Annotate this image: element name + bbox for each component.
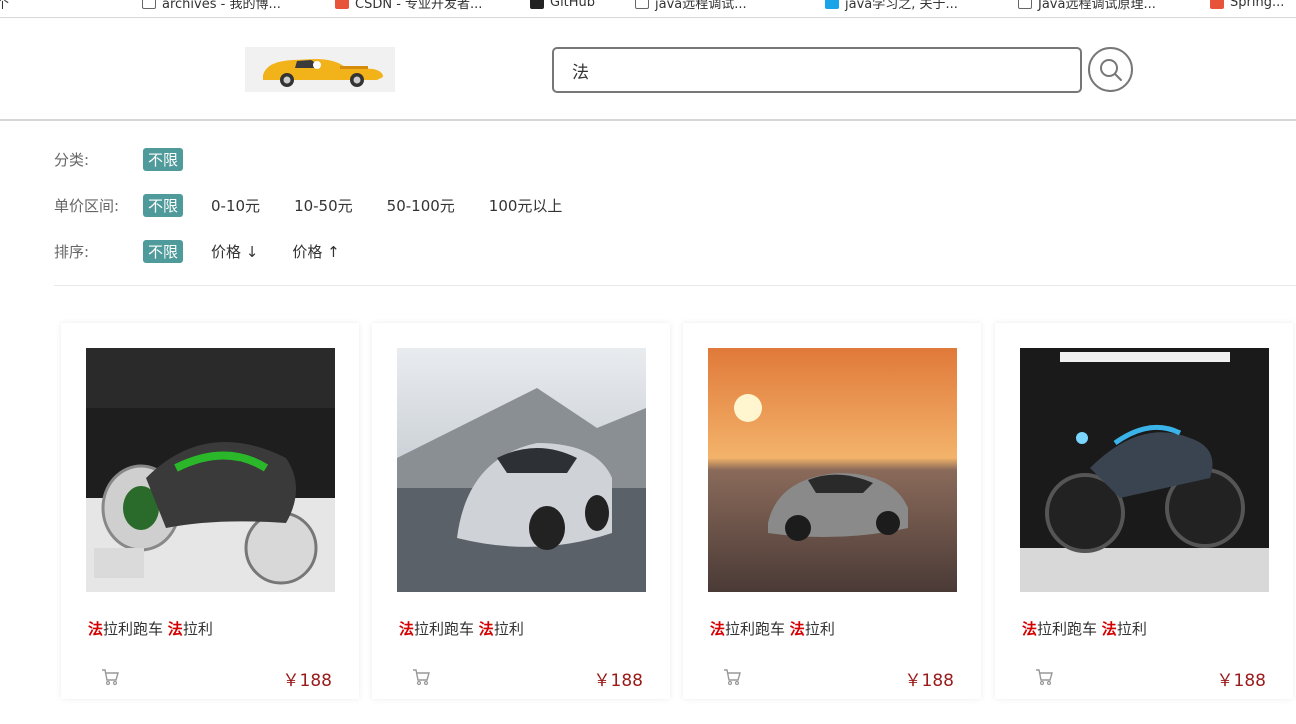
product-price: ￥188 [593, 671, 643, 691]
bookmark-item[interactable]: GitHub [530, 0, 595, 12]
keyword-highlight: 法 [167, 620, 183, 638]
product-card[interactable]: 法拉利跑车 法拉利 ￥188 [372, 323, 670, 699]
product-title[interactable]: 法拉利跑车 法拉利 [710, 618, 835, 639]
title-text: 拉利 [493, 620, 524, 638]
title-text: 拉利跑车 [1037, 620, 1102, 638]
price-option-0-10[interactable]: 0-10元 [211, 195, 260, 216]
cart-icon[interactable] [101, 668, 119, 686]
title-text: 拉利 [804, 620, 835, 638]
bookmark-label: 个 [0, 0, 9, 12]
site-logo[interactable] [245, 47, 395, 92]
bookmark-site-icon [825, 0, 839, 9]
product-title[interactable]: 法拉利跑车 法拉利 [1022, 618, 1147, 639]
bookmark-item[interactable]: Java远程调试原理... [1018, 0, 1156, 12]
search-button[interactable] [1088, 47, 1133, 92]
bookmark-item[interactable]: java远程调试... [635, 0, 747, 12]
product-title[interactable]: 法拉利跑车 法拉利 [399, 618, 524, 639]
bookmark-item[interactable]: CSDN - 专业开发者... [335, 0, 482, 12]
bookmark-label: Spring... [1230, 0, 1285, 10]
github-icon [530, 0, 544, 9]
product-image[interactable] [397, 348, 646, 592]
product-title[interactable]: 法拉利跑车 法拉利 [88, 618, 213, 639]
keyword-highlight: 法 [789, 620, 805, 638]
keyword-highlight: 法 [1101, 620, 1117, 638]
title-text: 拉利 [182, 620, 213, 638]
product-image[interactable] [86, 348, 335, 592]
price-option-10-50[interactable]: 10-50元 [294, 195, 353, 216]
product-card[interactable]: 法拉利跑车 法拉利 ￥188 [995, 323, 1293, 699]
product-price: ￥188 [1216, 671, 1266, 691]
filter-panel: 分类: 不限 单价区间: 不限 0-10元 10-50元 50-100元 100… [54, 140, 1296, 286]
cart-icon[interactable] [412, 668, 430, 686]
sort-option-default[interactable]: 不限 [143, 240, 184, 263]
bookmark-label: CSDN - 专业开发者... [355, 0, 483, 12]
bookmark-label: archives - 我的博... [162, 0, 281, 12]
race-car-logo-icon [263, 59, 383, 87]
keyword-highlight: 法 [478, 620, 494, 638]
bookmark-label: GitHub [550, 0, 596, 10]
bookmark-label: Java远程调试原理... [1038, 0, 1156, 12]
sort-option-price-desc[interactable]: 价格 ↓ [211, 241, 258, 262]
bookmark-item[interactable]: 个 [0, 0, 9, 12]
cart-icon[interactable] [1035, 668, 1053, 686]
bookmark-item[interactable]: Spring... [1210, 0, 1284, 12]
bookmark-item[interactable]: java学习之, 关于... [825, 0, 958, 12]
product-price: ￥188 [282, 671, 332, 691]
search-icon [1099, 58, 1122, 81]
price-option-100-plus[interactable]: 100元以上 [489, 195, 563, 216]
document-icon [142, 0, 156, 9]
product-image[interactable] [1020, 348, 1269, 592]
document-icon [1018, 0, 1032, 9]
category-filter-label: 分类: [54, 151, 90, 169]
sort-option-price-asc[interactable]: 价格 ↑ [292, 241, 339, 262]
price-filter-label: 单价区间: [54, 197, 120, 215]
csdn-icon [335, 0, 349, 9]
price-option-50-100[interactable]: 50-100元 [387, 195, 455, 216]
cart-icon[interactable] [723, 668, 741, 686]
category-option-all[interactable]: 不限 [143, 148, 184, 171]
bookmark-label: java学习之, 关于... [845, 0, 958, 12]
spring-icon [1210, 0, 1224, 9]
product-image[interactable] [708, 348, 957, 592]
price-option-all[interactable]: 不限 [143, 194, 184, 217]
title-text: 拉利跑车 [103, 620, 168, 638]
search-input[interactable] [552, 47, 1082, 93]
product-card[interactable]: 法拉利跑车 法拉利 ￥188 [61, 323, 359, 699]
product-price: ￥188 [904, 671, 954, 691]
title-text: 拉利跑车 [725, 620, 790, 638]
title-text: 拉利跑车 [414, 620, 479, 638]
site-header [0, 19, 1296, 121]
keyword-highlight: 法 [399, 620, 415, 638]
keyword-highlight: 法 [88, 620, 104, 638]
product-card[interactable]: 法拉利跑车 法拉利 ￥188 [683, 323, 981, 699]
bookmark-label: java远程调试... [655, 0, 747, 12]
title-text: 拉利 [1116, 620, 1147, 638]
sort-filter-label: 排序: [54, 243, 90, 261]
bookmarks-bar: 个 archives - 我的博... CSDN - 专业开发者... GitH… [0, 0, 1296, 18]
bookmark-item[interactable]: archives - 我的博... [142, 0, 281, 12]
keyword-highlight: 法 [710, 620, 726, 638]
keyword-highlight: 法 [1022, 620, 1038, 638]
document-icon [635, 0, 649, 9]
